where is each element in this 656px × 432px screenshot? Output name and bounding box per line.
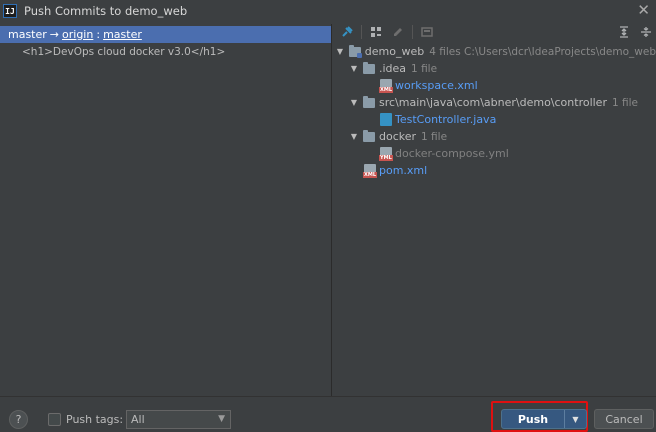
chevron-down-icon: ▼ bbox=[572, 414, 579, 424]
tree-node-idea[interactable]: ▼ .idea 1 file bbox=[333, 60, 656, 77]
folder-icon bbox=[363, 61, 375, 74]
push-tags-label: Push tags: bbox=[66, 413, 124, 426]
window-title: Push Commits to demo_web bbox=[24, 4, 188, 18]
tree-node-label: pom.xml bbox=[379, 164, 428, 177]
toolbar-right-group bbox=[616, 24, 654, 40]
collapse-all-icon[interactable] bbox=[638, 24, 654, 40]
tree-node-meta: 4 files C:\Users\dcr\IdeaProjects\demo_w… bbox=[429, 45, 656, 58]
changes-tree: ▼ demo_web 4 files C:\Users\dcr\IdeaProj… bbox=[333, 43, 656, 179]
push-tags-select-value: All bbox=[131, 413, 145, 426]
changes-toolbar bbox=[333, 22, 656, 42]
chevron-down-icon[interactable]: ▼ bbox=[349, 98, 359, 107]
tree-node-label: docker bbox=[379, 130, 417, 143]
tree-node-docker-compose[interactable]: YML docker-compose.yml bbox=[333, 145, 656, 162]
close-icon[interactable]: ✕ bbox=[637, 1, 650, 19]
tree-node-root[interactable]: ▼ demo_web 4 files C:\Users\dcr\IdeaProj… bbox=[333, 43, 656, 60]
yml-file-icon: YML bbox=[379, 147, 393, 161]
changes-panel: ▼ demo_web 4 files C:\Users\dcr\IdeaProj… bbox=[333, 22, 656, 396]
pin-icon[interactable] bbox=[339, 24, 355, 40]
commits-panel: master → origin : master <h1>DevOps clou… bbox=[0, 26, 331, 396]
tree-node-testcontroller[interactable]: TestController.java bbox=[333, 111, 656, 128]
commit-message: <h1>DevOps cloud docker v3.0</h1> bbox=[22, 45, 226, 58]
tree-node-src[interactable]: ▼ src\main\java\com\abner\demo\controlle… bbox=[333, 94, 656, 111]
local-branch: master bbox=[8, 28, 47, 41]
tree-node-meta: 1 file bbox=[421, 130, 448, 143]
module-folder-icon bbox=[348, 44, 362, 58]
push-dropdown-button[interactable]: ▼ bbox=[565, 410, 586, 428]
chevron-down-icon[interactable]: ▼ bbox=[349, 132, 359, 141]
cancel-button[interactable]: Cancel bbox=[594, 409, 654, 429]
push-button-group[interactable]: Push ▼ bbox=[501, 409, 587, 429]
remote-branch-link[interactable]: master bbox=[103, 28, 142, 41]
folder-icon bbox=[363, 95, 375, 108]
help-button[interactable]: ? bbox=[9, 410, 28, 429]
java-class-icon bbox=[380, 113, 392, 126]
push-tags-select[interactable]: All ▼ bbox=[126, 410, 231, 429]
expand-all-icon[interactable] bbox=[616, 24, 632, 40]
tree-node-label: demo_web bbox=[364, 45, 425, 58]
chevron-down-icon: ▼ bbox=[218, 414, 225, 424]
panel-divider[interactable] bbox=[331, 24, 332, 396]
tree-node-meta: 1 file bbox=[411, 62, 438, 75]
tree-node-meta: 1 file bbox=[611, 96, 638, 109]
tree-node-label: src\main\java\com\abner\demo\controller bbox=[379, 96, 607, 109]
tree-node-docker[interactable]: ▼ docker 1 file bbox=[333, 128, 656, 145]
chevron-down-icon[interactable]: ▼ bbox=[349, 64, 359, 73]
title-bar: IJ Push Commits to demo_web ✕ bbox=[0, 0, 656, 22]
tree-node-label: docker-compose.yml bbox=[395, 147, 509, 160]
tree-node-pom[interactable]: XML pom.xml bbox=[333, 162, 656, 179]
tree-node-label: .idea bbox=[379, 62, 407, 75]
chevron-down-icon[interactable]: ▼ bbox=[335, 47, 345, 56]
push-button[interactable]: Push bbox=[502, 410, 565, 428]
toolbar-separator bbox=[412, 25, 413, 39]
commit-row[interactable]: <h1>DevOps cloud docker v3.0</h1> bbox=[0, 43, 331, 60]
remote-name-link[interactable]: origin bbox=[62, 28, 93, 41]
branch-row[interactable]: master → origin : master bbox=[0, 26, 331, 43]
push-tags-checkbox[interactable] bbox=[48, 413, 61, 426]
folder-icon bbox=[363, 129, 375, 142]
xml-file-icon: XML bbox=[379, 79, 394, 93]
dialog-footer: ? Push tags: All ▼ Push ▼ Cancel bbox=[0, 396, 656, 432]
group-by-icon[interactable] bbox=[368, 24, 384, 40]
tree-node-label: TestController.java bbox=[395, 113, 497, 126]
tree-node-label: workspace.xml bbox=[395, 79, 478, 92]
branch-separator: : bbox=[96, 28, 101, 41]
intellij-app-icon: IJ bbox=[3, 4, 17, 18]
toolbar-separator bbox=[361, 25, 362, 39]
branch-arrow: → bbox=[49, 28, 60, 41]
edit-source-icon[interactable] bbox=[390, 24, 406, 40]
xml-file-icon: XML bbox=[363, 164, 378, 178]
tree-node-workspace-xml[interactable]: XML workspace.xml bbox=[333, 77, 656, 94]
diff-icon[interactable] bbox=[419, 24, 435, 40]
